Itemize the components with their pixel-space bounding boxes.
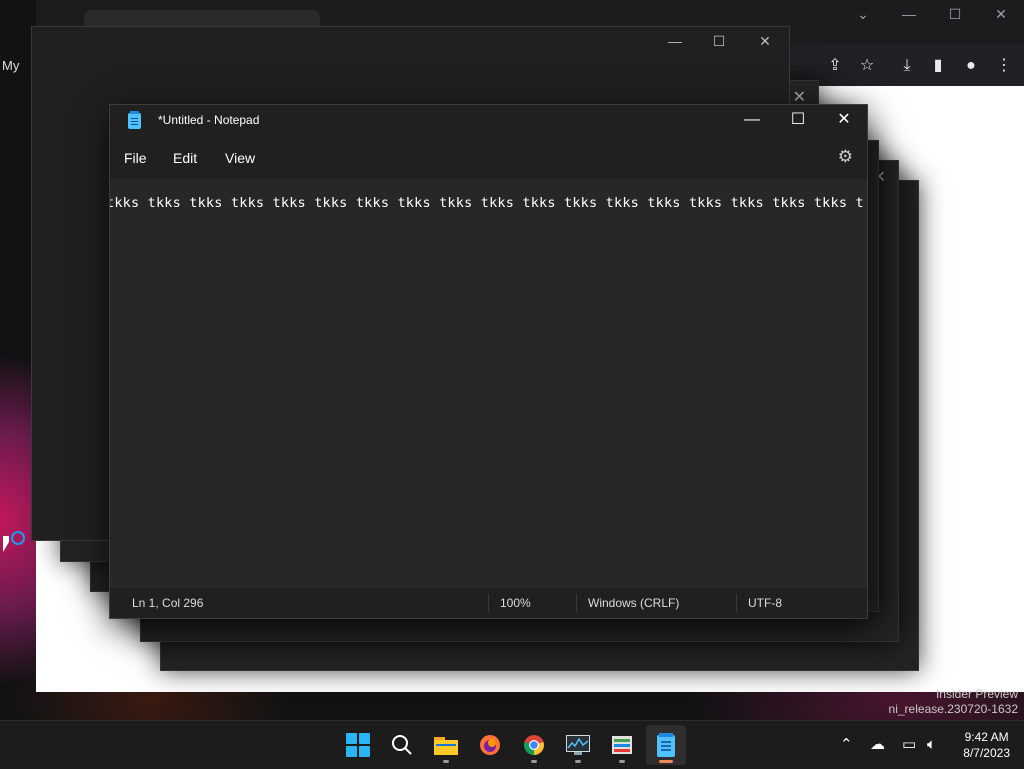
menu-file[interactable]: File bbox=[124, 150, 147, 166]
minimize-button[interactable]: — bbox=[729, 105, 775, 137]
star-icon[interactable]: ☆ bbox=[855, 54, 879, 78]
maximize-icon: ☐ bbox=[712, 33, 726, 49]
notepad-icon bbox=[128, 111, 141, 129]
status-divider bbox=[576, 594, 577, 612]
cloud-offline-icon[interactable]: ☁ bbox=[870, 721, 885, 769]
zoom-level: 100% bbox=[500, 596, 531, 610]
volume-icon[interactable]: 🔈︎ bbox=[927, 721, 936, 769]
system-clock[interactable]: 9:42 AM 8/7/2023 bbox=[963, 729, 1010, 761]
firefox-icon bbox=[480, 735, 500, 755]
clock-time: 9:42 AM bbox=[964, 730, 1009, 744]
close-icon: ✕ bbox=[759, 33, 771, 49]
running-indicator bbox=[575, 760, 581, 763]
kebab-menu-icon[interactable]: ⋮ bbox=[992, 54, 1016, 78]
chevron-down-icon[interactable]: ⌄ bbox=[848, 6, 878, 23]
cursor-position: Ln 1, Col 296 bbox=[132, 596, 204, 610]
clock-date: 8/7/2023 bbox=[963, 746, 1010, 760]
task-manager-icon bbox=[612, 736, 632, 754]
start-button[interactable] bbox=[338, 725, 378, 765]
search-button[interactable] bbox=[382, 725, 422, 765]
taskbar-resource-monitor[interactable] bbox=[558, 725, 598, 765]
menu-edit[interactable]: Edit bbox=[173, 150, 197, 166]
minimize-icon[interactable]: — bbox=[894, 6, 924, 22]
download-icon[interactable]: ⤓ bbox=[895, 54, 919, 78]
taskbar-notepad[interactable] bbox=[646, 725, 686, 765]
taskbar-chrome[interactable] bbox=[514, 725, 554, 765]
status-bar: Ln 1, Col 296 100% Windows (CRLF) UTF-8 bbox=[110, 588, 867, 618]
profile-icon[interactable]: ● bbox=[959, 54, 983, 78]
close-button[interactable]: ✕ bbox=[821, 105, 867, 137]
line-endings: Windows (CRLF) bbox=[588, 596, 680, 610]
settings-gear-icon[interactable]: ⚙ bbox=[838, 147, 853, 167]
maximize-icon[interactable]: ☐ bbox=[940, 6, 970, 23]
menu-bar: File Edit View ⚙ bbox=[110, 137, 867, 179]
taskbar-file-explorer[interactable] bbox=[426, 725, 466, 765]
windows-logo-icon bbox=[346, 733, 370, 757]
folder-icon bbox=[434, 737, 458, 755]
performance-monitor-icon bbox=[566, 735, 590, 755]
running-indicator bbox=[531, 760, 537, 763]
status-divider bbox=[736, 594, 737, 612]
taskbar: ⌃ ☁ ▭ 🔈︎ 9:42 AM 8/7/2023 bbox=[0, 720, 1024, 769]
status-divider bbox=[488, 594, 489, 612]
menu-view[interactable]: View bbox=[225, 150, 255, 166]
show-hidden-icons-chevron-icon[interactable]: ⌃ bbox=[840, 721, 853, 769]
search-icon bbox=[392, 735, 412, 755]
running-indicator bbox=[619, 760, 625, 763]
text-editor[interactable]: tkks tkks tkks tkks tkks tkks tkks tkks … bbox=[110, 179, 865, 579]
notepad-icon bbox=[657, 733, 675, 757]
minimize-icon: — bbox=[668, 33, 682, 49]
taskbar-task-manager[interactable] bbox=[602, 725, 642, 765]
side-panel-icon[interactable]: ▮ bbox=[926, 54, 950, 78]
notepad-window[interactable]: *Untitled - Notepad — ☐ ✕ File Edit View… bbox=[109, 104, 868, 619]
editor-text: tkks tkks tkks tkks tkks tkks tkks tkks … bbox=[110, 195, 865, 211]
running-indicator bbox=[443, 760, 449, 763]
watermark-line1: Insider Preview bbox=[935, 687, 1018, 701]
share-icon[interactable]: ⇪ bbox=[823, 54, 847, 78]
encoding: UTF-8 bbox=[748, 596, 782, 610]
side-text: My bbox=[2, 58, 20, 73]
watermark-line2: ni_release.230720-1632 bbox=[888, 702, 1018, 716]
active-indicator bbox=[659, 760, 673, 763]
close-icon[interactable]: ✕ bbox=[986, 6, 1016, 23]
mouse-cursor-icon bbox=[3, 536, 9, 552]
chrome-icon bbox=[524, 735, 544, 755]
window-title: *Untitled - Notepad bbox=[158, 113, 260, 127]
taskbar-firefox[interactable] bbox=[470, 725, 510, 765]
title-bar[interactable]: *Untitled - Notepad — ☐ ✕ bbox=[110, 105, 867, 137]
network-icon[interactable]: ▭ bbox=[902, 721, 916, 769]
busy-spinner-icon bbox=[11, 531, 25, 545]
maximize-button[interactable]: ☐ bbox=[775, 105, 821, 137]
